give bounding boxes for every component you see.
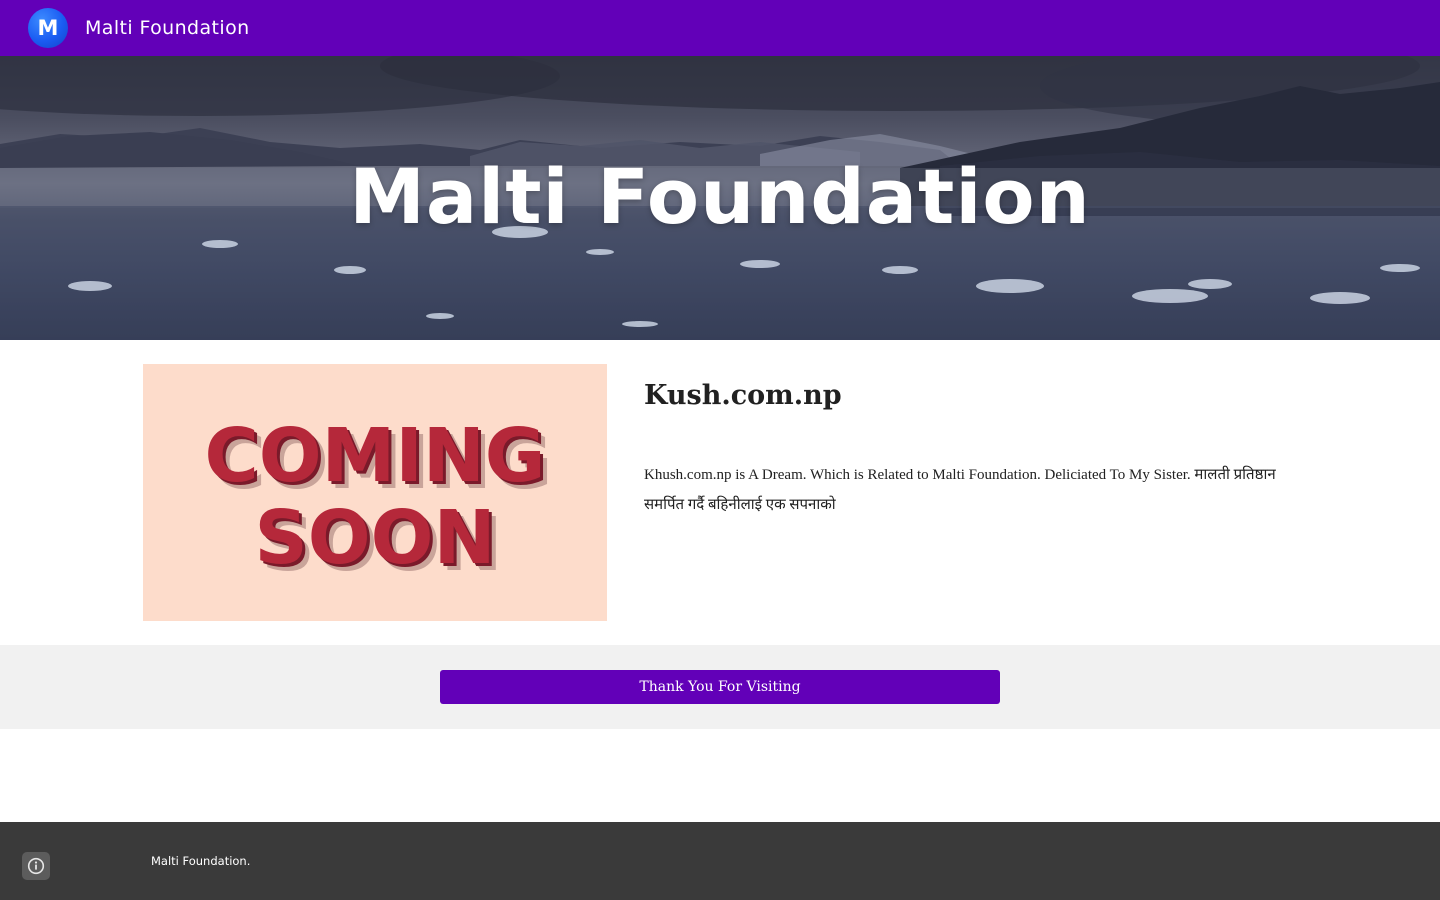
hero-title: Malti Foundation	[349, 152, 1091, 241]
hero-banner: Malti Foundation	[0, 56, 1440, 340]
site-logo[interactable]: M	[28, 8, 68, 48]
coming-soon-graphic: COMING COMING COMING SOON SOON SOON	[204, 413, 552, 588]
info-button[interactable]	[22, 852, 50, 880]
thank-you-button[interactable]: Thank You For Visiting	[440, 670, 1000, 704]
section-body-text: Khush.com.np is A Dream. Which is Relate…	[644, 467, 1276, 513]
footer: Malti Foundation.	[0, 822, 1440, 900]
top-navigation-bar: M Malti Foundation	[0, 0, 1440, 56]
section-heading: Kush.com.np	[644, 380, 842, 411]
coming-soon-text-1: COMING	[204, 413, 545, 499]
coming-soon-text-2: SOON	[254, 495, 495, 581]
footer-text: Malti Foundation.	[151, 854, 251, 868]
coming-soon-image: COMING COMING COMING SOON SOON SOON	[143, 364, 607, 621]
info-icon	[27, 857, 45, 875]
logo-letter: M	[37, 16, 59, 40]
button-section: Thank You For Visiting	[0, 645, 1440, 729]
site-title[interactable]: Malti Foundation	[85, 0, 250, 56]
